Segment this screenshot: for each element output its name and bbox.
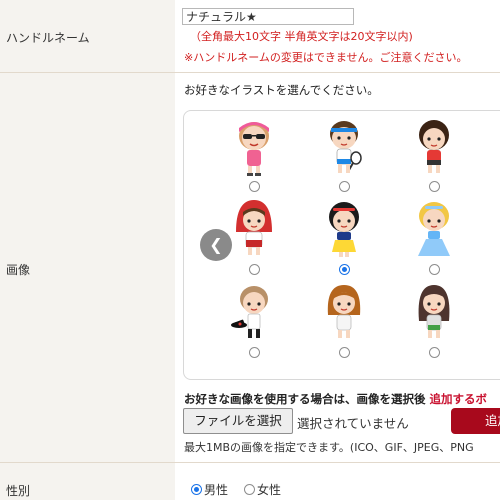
avatar-radio-1[interactable]: [249, 181, 260, 192]
avatar-radio-7[interactable]: [249, 347, 260, 358]
profile-form: ハンドルネーム 画像 性別 （全角最大10文字 半角英文字は20文字以内) ※ハ…: [0, 0, 500, 500]
gallery-prev-button[interactable]: ❮: [200, 229, 232, 261]
avatar-magician-icon[interactable]: [230, 281, 278, 343]
avatar-red-riding-hood-icon[interactable]: [230, 198, 278, 260]
gender-male-label: 男性: [204, 483, 229, 497]
handle-name-input[interactable]: [182, 8, 354, 25]
gender-option-female[interactable]: 女性: [244, 481, 281, 498]
avatar-radio-8[interactable]: [339, 347, 350, 358]
row-divider: [0, 72, 500, 73]
row-divider: [0, 462, 500, 463]
avatar-curly-hair-icon[interactable]: [410, 116, 458, 178]
add-image-button[interactable]: 追加: [451, 408, 500, 434]
image-label: 画像: [6, 263, 31, 277]
custom-image-note-link: 追加するボ: [429, 392, 488, 406]
handle-limit-note: （全角最大10文字 半角英文字は20文字以内): [190, 30, 413, 43]
gender-label: 性別: [6, 484, 31, 498]
file-size-note: 最大1MBの画像を指定できます。(ICO、GIF、JPEG、PNG: [184, 441, 474, 454]
image-instruction: お好きなイラストを選んでください。: [184, 83, 379, 97]
avatar-radio-2[interactable]: [339, 181, 350, 192]
avatar-radio-9[interactable]: [429, 347, 440, 358]
avatar-radio-4[interactable]: [249, 264, 260, 275]
custom-image-note: お好きな画像を使用する場合は、画像を選択後 追加するボ: [184, 391, 487, 407]
avatar-cinderella-icon[interactable]: [410, 198, 458, 260]
file-status-text: 選択されていません: [297, 416, 409, 431]
avatar-brown-hair-icon[interactable]: [320, 281, 368, 343]
custom-image-note-text: お好きな画像を使用する場合は、画像を選択後: [184, 392, 430, 406]
gender-option-male[interactable]: 男性: [191, 481, 228, 498]
avatar-radio-6[interactable]: [429, 264, 440, 275]
avatar-snow-white-icon[interactable]: [320, 198, 368, 260]
avatar-long-hair-icon[interactable]: [410, 281, 458, 343]
avatar-radio-5[interactable]: [339, 264, 350, 275]
avatar-tennis-icon[interactable]: [320, 116, 368, 178]
chevron-left-icon: ❮: [209, 235, 223, 254]
handle-name-label: ハンドルネーム: [6, 31, 90, 45]
file-select-button[interactable]: ファイルを選択: [183, 408, 293, 434]
handle-change-note: ※ハンドルネームの変更はできません。ご注意ください。: [184, 51, 468, 64]
gender-radio-female[interactable]: [244, 484, 255, 495]
avatar-radio-3[interactable]: [429, 181, 440, 192]
gender-female-label: 女性: [257, 483, 282, 497]
gender-radio-male[interactable]: [191, 484, 202, 495]
avatar-sunglasses-icon[interactable]: [230, 116, 278, 178]
